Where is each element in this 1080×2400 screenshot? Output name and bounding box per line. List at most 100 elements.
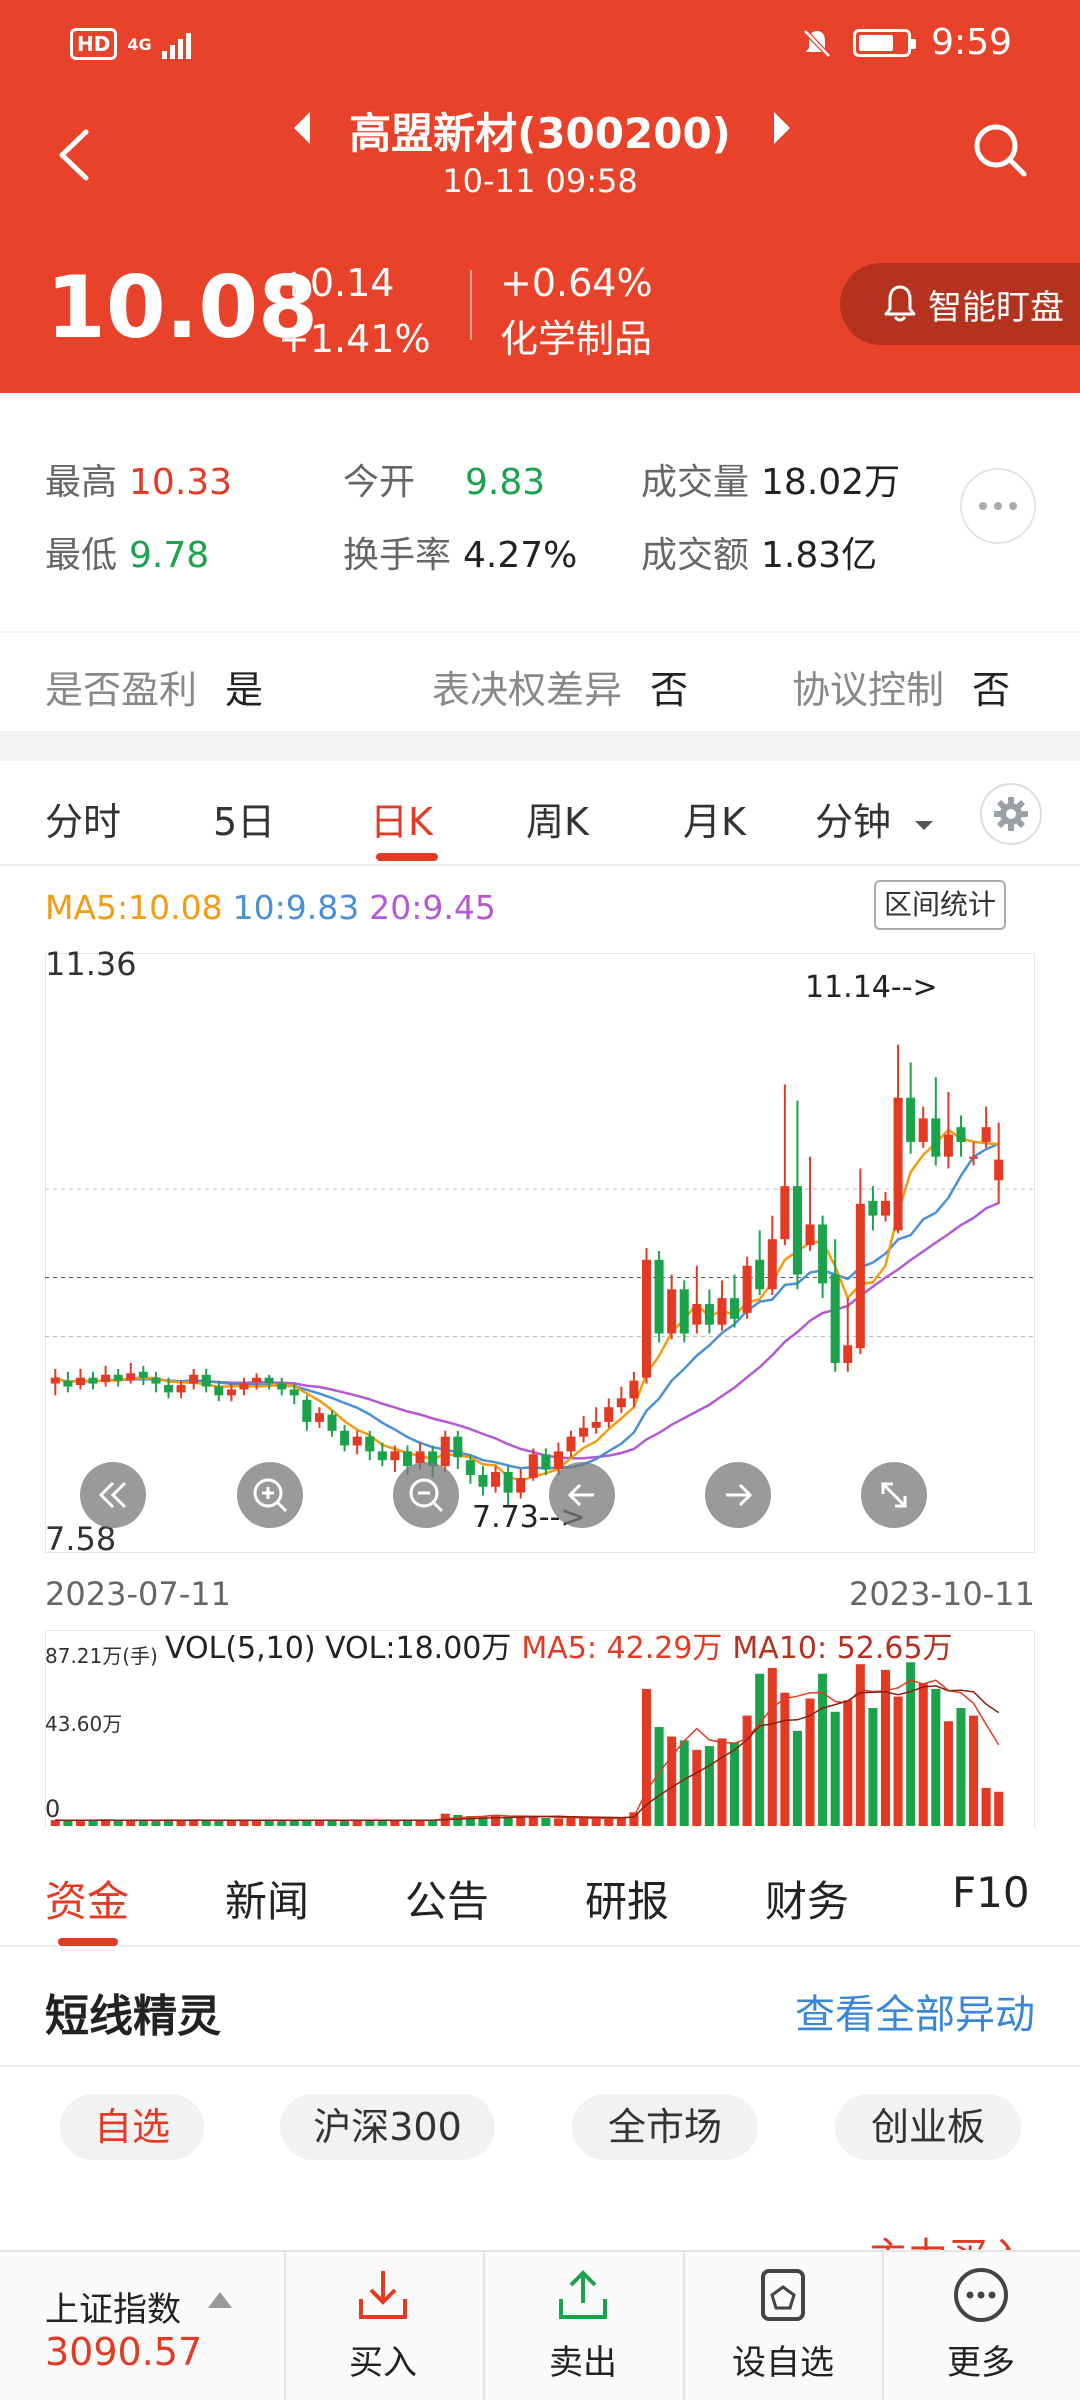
- volume-bar: [252, 1820, 262, 1826]
- volume-bar: [755, 1673, 765, 1826]
- volume-bar: [528, 1817, 538, 1826]
- x-start-label: 2023-07-11: [45, 1575, 231, 1613]
- more-label: 更多: [947, 2343, 1015, 2383]
- clock: 9:59: [931, 22, 1012, 63]
- candle: [252, 1377, 262, 1383]
- volume-bar: [868, 1707, 878, 1826]
- candle: [289, 1389, 299, 1396]
- stock-datetime: 10-11 09:58: [442, 162, 638, 200]
- fullscreen-button[interactable]: [861, 1462, 927, 1528]
- more-button[interactable]: 更多: [886, 2265, 1076, 2384]
- tab-minute[interactable]: 分钟: [815, 791, 935, 846]
- tab-research[interactable]: 研报: [585, 1868, 669, 1929]
- volume-bar: [314, 1820, 324, 1826]
- volume-bar: [327, 1820, 337, 1826]
- buy-button[interactable]: 买入: [288, 2265, 478, 2384]
- period-tabs: 分时 5日 日K 周K 月K 分钟: [0, 761, 1080, 866]
- sell-button[interactable]: 卖出: [488, 2265, 678, 2384]
- active-tab-indicator: [58, 1938, 118, 1946]
- tab-f10[interactable]: F10: [952, 1868, 1030, 1917]
- candle: [126, 1373, 136, 1381]
- candle: [50, 1377, 60, 1384]
- volume-bar: [981, 1787, 991, 1826]
- tab-minute-label: 分钟: [815, 800, 892, 844]
- volume-bar: [541, 1818, 551, 1826]
- y-max-label: 11.36: [45, 945, 137, 983]
- scroll-left-button[interactable]: [549, 1462, 615, 1528]
- tab-5day[interactable]: 5日: [213, 791, 275, 846]
- chart-settings-button[interactable]: [980, 783, 1042, 845]
- scroll-right-button[interactable]: [705, 1462, 771, 1528]
- smart-watch-button[interactable]: 智能盯盘: [840, 263, 1080, 345]
- candle: [402, 1451, 413, 1467]
- candle: [88, 1377, 98, 1384]
- search-icon[interactable]: [970, 120, 1030, 180]
- volume-bar: [428, 1820, 438, 1826]
- section-gap: [0, 731, 1080, 761]
- pill-chinext[interactable]: 创业板: [835, 2094, 1021, 2160]
- candle: [780, 1186, 790, 1240]
- volume-legend-main: VOL(5,10) VOL:18.00万: [165, 1631, 512, 1666]
- zoom-in-button[interactable]: [237, 1462, 303, 1528]
- volume-bar: [931, 1688, 941, 1826]
- volume-bar: [566, 1817, 576, 1826]
- more-icon: [954, 2268, 1008, 2322]
- zoom-out-button[interactable]: [393, 1462, 459, 1528]
- view-all-link[interactable]: 查看全部异动: [795, 1982, 1035, 2040]
- turnover-value: 4.27%: [463, 535, 578, 576]
- candle: [604, 1407, 614, 1422]
- prev-stock-icon[interactable]: [290, 110, 314, 146]
- tab-weekly-k[interactable]: 周K: [526, 791, 589, 846]
- triangle-up-icon: [208, 2292, 232, 2308]
- candle: [75, 1377, 85, 1386]
- volume-bar: [277, 1821, 287, 1826]
- candle: [138, 1371, 148, 1378]
- ma10-label: 10:9.83: [232, 888, 360, 927]
- volume-bar: [553, 1818, 563, 1826]
- gear-icon: [994, 797, 1028, 831]
- volume-bar: [906, 1662, 916, 1826]
- tab-monthly-k[interactable]: 月K: [683, 791, 746, 846]
- candle: [868, 1200, 878, 1216]
- volume-bar: [604, 1818, 614, 1826]
- more-quote-button[interactable]: [960, 468, 1036, 544]
- volume-bar: [880, 1669, 891, 1826]
- range-stats-button[interactable]: 区间统计: [874, 880, 1006, 930]
- candle: [176, 1385, 186, 1393]
- tab-funds[interactable]: 资金: [45, 1868, 129, 1929]
- candle: [491, 1472, 501, 1487]
- pill-watchlist[interactable]: 自选: [60, 2094, 204, 2160]
- back-icon[interactable]: [50, 120, 100, 190]
- candle: [465, 1460, 475, 1475]
- volume-zero-label: 0: [45, 1795, 61, 1823]
- candle: [692, 1304, 702, 1325]
- arrow-left-icon: [567, 1483, 594, 1507]
- active-tab-indicator: [376, 853, 438, 861]
- pill-csi300[interactable]: 沪深300: [280, 2094, 495, 2160]
- change-percent: +1.41%: [278, 317, 431, 361]
- tab-announcements[interactable]: 公告: [405, 1868, 489, 1929]
- tab-financials[interactable]: 财务: [765, 1868, 849, 1929]
- next-stock-icon[interactable]: [770, 110, 794, 146]
- candle: [906, 1097, 916, 1142]
- amount-value: 1.83亿: [761, 535, 878, 576]
- hd-indicator: HD: [70, 28, 118, 60]
- sector-info[interactable]: +0.64% 化学制品: [500, 255, 653, 367]
- tab-daily-k[interactable]: 日K: [370, 791, 433, 846]
- tab-intraday[interactable]: 分时: [45, 791, 121, 846]
- flag-voting: 表决权差异否: [432, 659, 688, 714]
- volume-bar: [63, 1820, 73, 1826]
- stock-header: HD 4G 9:59 高盟新材(300200) 10-11 09:58 10.0…: [0, 0, 1080, 393]
- pill-all-market[interactable]: 全市场: [572, 2094, 758, 2160]
- chevron-down-icon: [915, 820, 934, 830]
- flag-agreement: 协议控制否: [792, 659, 1010, 714]
- add-watchlist-button[interactable]: 设自选: [688, 2265, 878, 2384]
- candle: [792, 1186, 802, 1275]
- tab-news[interactable]: 新闻: [225, 1868, 309, 1929]
- status-bar-right: 9:59: [801, 22, 1012, 63]
- scroll-start-button[interactable]: [80, 1462, 146, 1528]
- mute-icon: [803, 28, 831, 58]
- volume-bar: [453, 1814, 463, 1826]
- buy-label: 买入: [349, 2343, 417, 2383]
- divider: [882, 2252, 884, 2400]
